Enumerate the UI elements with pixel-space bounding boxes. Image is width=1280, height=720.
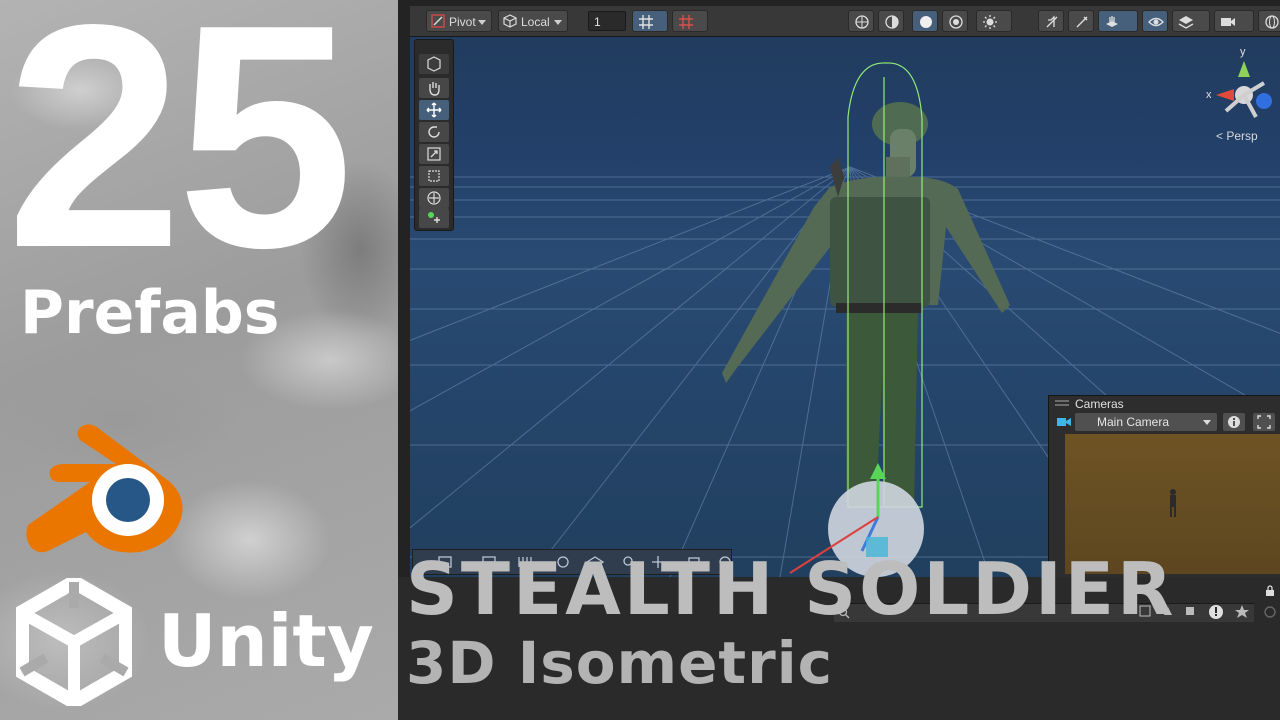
- layers-hand-icon: [1106, 16, 1118, 27]
- video-title: STEALTH SOLDIER: [406, 547, 1176, 631]
- local-label: Local: [521, 15, 550, 29]
- pivot-label: Pivot: [449, 15, 476, 29]
- camera-settings-dropdown[interactable]: [1214, 10, 1254, 32]
- scene-visibility-dropdown[interactable]: [1098, 10, 1138, 32]
- chevron-down-icon: [478, 20, 486, 25]
- wand-icon: [1076, 16, 1088, 28]
- effects-dropdown[interactable]: [976, 10, 1012, 32]
- unity-logo-icon: [16, 578, 132, 706]
- hand-tool[interactable]: [419, 78, 449, 98]
- unity-label: Unity: [158, 599, 374, 683]
- camera-frame-button[interactable]: [1253, 413, 1275, 431]
- move-tool[interactable]: [419, 100, 449, 120]
- lighting-button[interactable]: [942, 10, 968, 32]
- video-camera-icon: [1221, 18, 1235, 26]
- prefabs-label: Prefabs: [20, 278, 280, 348]
- visibility-toggle[interactable]: [1142, 10, 1168, 32]
- sun-icon: [983, 15, 997, 29]
- axis-y-label: y: [1240, 46, 1246, 58]
- view-tool[interactable]: [419, 54, 449, 74]
- pivot-icon: [431, 14, 445, 28]
- eye-icon: [1148, 17, 1164, 27]
- soldier-model[interactable]: [722, 102, 1010, 507]
- cube-icon: [427, 56, 441, 72]
- transform-tools-panel: [414, 39, 454, 231]
- half-sphere-icon: [949, 15, 963, 29]
- move-arrows-icon: [426, 102, 442, 118]
- effects-toggle[interactable]: [1068, 10, 1094, 32]
- chevron-down-icon: [554, 20, 562, 25]
- layers-dropdown[interactable]: [1172, 10, 1210, 32]
- rotate-tool[interactable]: [419, 122, 449, 142]
- scale-tool[interactable]: [419, 144, 449, 164]
- layers-icon: [1178, 16, 1194, 29]
- info-icon: [1228, 416, 1240, 428]
- gizmo-globe-icon: [1265, 15, 1279, 29]
- scale-icon: [427, 147, 441, 161]
- camera-info-button[interactable]: [1223, 413, 1245, 431]
- increment-snap-toggle[interactable]: [672, 10, 708, 32]
- episode-number: 25: [6, 0, 354, 314]
- rect-transform-icon: [428, 170, 440, 182]
- increment-snap-icon: [679, 15, 693, 29]
- grid-snap-toggle[interactable]: [632, 10, 668, 32]
- shaded-button[interactable]: [912, 10, 938, 32]
- camera-select-value: Main Camera: [1097, 415, 1170, 429]
- camera-select[interactable]: Main Camera: [1075, 413, 1217, 431]
- transform-tool[interactable]: [419, 188, 449, 208]
- globe-icon: [855, 15, 869, 29]
- draw-mode-button[interactable]: [848, 10, 874, 32]
- local-dropdown[interactable]: Local: [498, 10, 568, 32]
- shaded-wire-button[interactable]: [878, 10, 904, 32]
- cameras-title: Cameras: [1075, 397, 1124, 411]
- transform-globe-icon: [427, 191, 441, 205]
- thumbnail-left-panel: 25 Prefabs Unity: [0, 0, 398, 720]
- audio-off-icon: [1046, 15, 1058, 28]
- local-cube-icon: [503, 14, 517, 28]
- projection-text: Persp: [1226, 129, 1258, 143]
- grid-snap-icon: [639, 15, 653, 29]
- video-subtitle: 3D Isometric: [406, 629, 834, 697]
- grid-size-field[interactable]: 1: [588, 11, 626, 31]
- rotate-icon: [428, 126, 440, 138]
- axis-x-label: x: [1206, 89, 1212, 101]
- drag-handle-icon[interactable]: [1055, 400, 1069, 408]
- gizmos-toggle[interactable]: [1258, 10, 1280, 32]
- pivot-dropdown[interactable]: Pivot: [426, 10, 492, 32]
- audio-toggle[interactable]: [1038, 10, 1064, 32]
- custom-tool[interactable]: [419, 208, 449, 228]
- frame-icon: [1257, 415, 1271, 429]
- rect-tool[interactable]: [419, 166, 449, 186]
- shaded-sphere-icon: [885, 15, 899, 29]
- projection-label[interactable]: < Persp: [1216, 129, 1258, 143]
- custom-tool-icon: [428, 212, 440, 223]
- scene-toolbar: Pivot Local 1: [410, 6, 1280, 37]
- hand-icon: [429, 82, 440, 96]
- camera-icon: [1057, 418, 1071, 426]
- soldier-preview-figure: [1170, 489, 1176, 517]
- lock-icon[interactable]: [1264, 585, 1276, 597]
- chevron-down-icon: [1203, 420, 1211, 425]
- solid-sphere-icon: [920, 16, 932, 28]
- blender-logo-icon: [26, 424, 183, 553]
